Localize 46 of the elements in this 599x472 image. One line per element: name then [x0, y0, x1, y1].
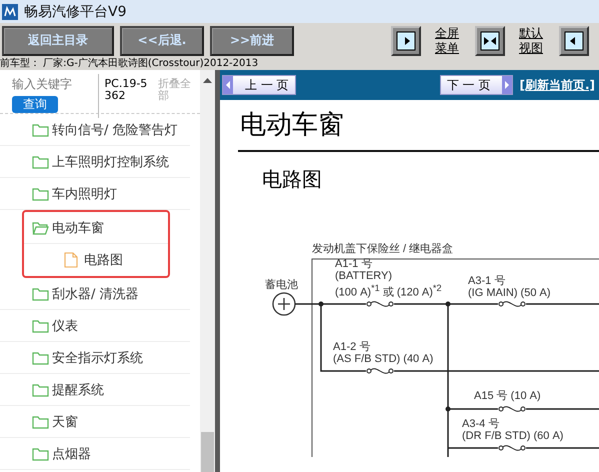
fuse-box-label: 发动机盖下保险丝 / 继电器盒 — [312, 243, 454, 255]
folder-icon — [32, 446, 49, 460]
fuse-label: A3-1 号 (IG MAIN) (50 A) — [468, 275, 551, 299]
tree-item[interactable]: 提醒系统 — [0, 374, 190, 406]
fuse-label: A1-2 号 (AS F/B STD) (40 A) — [333, 341, 434, 365]
folder-icon — [32, 122, 49, 136]
refresh-link[interactable]: [刷新当前页.] — [519, 76, 595, 94]
app-icon — [2, 4, 18, 20]
scroll-thumb[interactable] — [201, 432, 214, 472]
fuse-label: A15 号 (10 A) — [474, 390, 541, 402]
tree-item[interactable]: 转向信号/ 危险警告灯 — [0, 114, 190, 146]
document-icon — [64, 252, 78, 268]
folder-icon — [32, 186, 49, 200]
tree-item[interactable]: 上车照明灯控制系统 — [0, 146, 190, 178]
folder-icon — [32, 286, 49, 300]
folder-icon — [32, 414, 49, 428]
folder-icon — [32, 154, 49, 168]
panel-left-icon[interactable] — [559, 26, 589, 56]
open-folder-icon — [32, 220, 49, 234]
scrollbar[interactable] — [200, 70, 215, 472]
part-code: PC.19-5362 — [98, 74, 154, 118]
tree-item[interactable]: 电动车窗 — [24, 212, 168, 244]
page-title: 电动车窗 — [240, 109, 345, 142]
section-title: 电路图 — [262, 166, 323, 193]
view-link[interactable]: 全屏菜单 — [435, 26, 461, 56]
window-title: 畅易汽修平台V9 — [24, 2, 126, 20]
tree-item[interactable]: 电路图 — [24, 244, 168, 276]
view-link[interactable]: 默认视图 — [519, 26, 545, 56]
tree-item[interactable]: 车内照明灯 — [0, 178, 190, 210]
panel-right-icon[interactable] — [391, 26, 421, 56]
folder-icon — [32, 350, 49, 364]
tree-item[interactable]: 刮水器/ 清洗器 — [0, 278, 190, 310]
folder-icon — [32, 318, 49, 332]
tree-item[interactable]: 仪表 — [0, 310, 190, 342]
vehicle-info: 前车型： 厂家:G-广汽本田歌诗图(Crosstour)2012-2013 — [0, 58, 599, 70]
tree-item[interactable]: 点烟器 — [0, 438, 190, 470]
panels-split-icon[interactable] — [475, 26, 505, 56]
next-page-button[interactable]: 下 一 页 — [440, 75, 514, 95]
folder-icon — [32, 382, 49, 396]
fuse-label: A3-4 号 (DR F/B STD) (60 A) — [462, 418, 564, 442]
search-button[interactable]: 查询 — [12, 96, 58, 113]
battery-label: 蓄电池 — [265, 279, 298, 291]
fuse-label: A1-1 号 (BATTERY) (100 A)$^{*1}$ 或 (120 A)$^{*2}$ — [335, 258, 442, 299]
tree-item[interactable]: 安全指示灯系统 — [0, 342, 190, 374]
tree-item[interactable]: 天窗 — [0, 406, 190, 438]
previous-page-button[interactable]: 上 一 页 — [222, 75, 296, 95]
